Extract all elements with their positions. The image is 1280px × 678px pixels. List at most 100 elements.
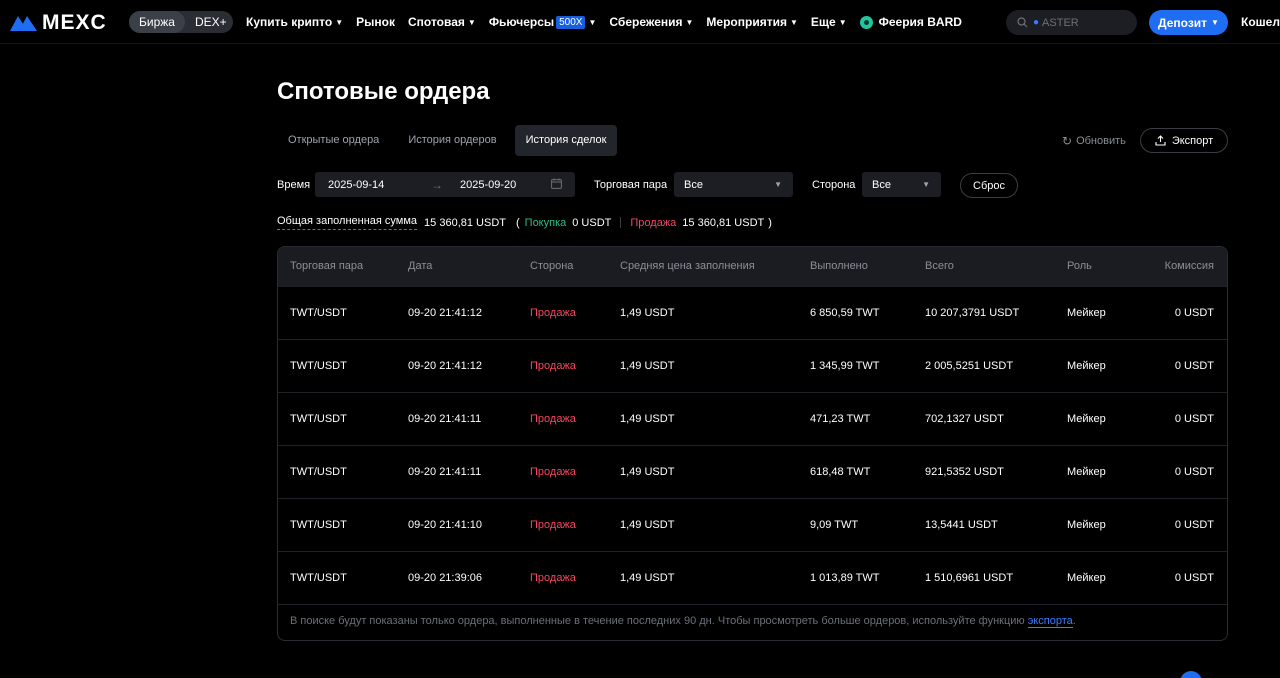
- col-fee: Комиссия: [1164, 260, 1214, 272]
- nav-buy-crypto[interactable]: Купить крипто ▼: [246, 15, 343, 29]
- pair-select-value: Все: [684, 179, 703, 191]
- cell-filled: 1 013,89 TWT: [810, 572, 880, 584]
- table-row: TWT/USDT 09-20 21:41:10 Продажа 1,49 USD…: [278, 498, 1227, 551]
- cell-filled: 618,48 TWT: [810, 466, 871, 478]
- tab-open-orders[interactable]: Открытые ордера: [277, 125, 390, 156]
- side-select[interactable]: Все ▼: [862, 172, 941, 197]
- top-header: MEXC Биржа DEX+ Купить крипто ▼ Рынок Сп…: [0, 0, 1280, 44]
- cell-total: 921,5352 USDT: [925, 466, 1004, 478]
- cell-avg-price: 1,49 USDT: [620, 519, 675, 531]
- cell-fee: 0 USDT: [1174, 466, 1214, 478]
- refresh-button[interactable]: ↻ Обновить: [1062, 134, 1126, 148]
- export-label: Экспорт: [1171, 134, 1214, 147]
- caret-down-icon: ▼: [789, 17, 798, 27]
- nav-spot-label: Спотовая: [408, 15, 465, 29]
- search-input[interactable]: ● ASTER: [1006, 10, 1137, 35]
- switch-dex[interactable]: DEX+: [185, 11, 237, 33]
- date-from[interactable]: 2025-09-14: [328, 179, 384, 191]
- cell-total: 10 207,3791 USDT: [925, 307, 1020, 319]
- nav-futures[interactable]: Фьючерсы 500X ▼: [489, 15, 597, 29]
- refresh-label: Обновить: [1076, 135, 1126, 147]
- search-icon: [1017, 17, 1028, 28]
- summary-buy-label: Покупка: [524, 216, 567, 229]
- caret-down-icon: ▼: [1211, 18, 1219, 27]
- arrow-right-icon: →: [431, 178, 443, 192]
- summary-sell-value: 15 360,81 USDT: [682, 216, 765, 229]
- col-pair: Торговая пара: [290, 260, 364, 272]
- tab-order-history[interactable]: История ордеров: [397, 125, 507, 156]
- tab-trade-history[interactable]: История сделок: [514, 125, 618, 156]
- trade-history-table: Торговая пара Дата Сторона Средняя цена …: [277, 246, 1228, 641]
- logo-text: MEXC: [42, 11, 107, 34]
- nav-futures-label: Фьючерсы: [488, 15, 555, 29]
- col-filled: Выполнено: [810, 260, 868, 272]
- table-row: TWT/USDT 09-20 21:41:11 Продажа 1,49 USD…: [278, 392, 1227, 445]
- cell-total: 13,5441 USDT: [925, 519, 998, 531]
- cell-pair: TWT/USDT: [290, 572, 347, 584]
- wallet-menu[interactable]: Кошелек: [1241, 15, 1280, 29]
- futures-leverage-badge: 500X: [556, 15, 586, 29]
- cell-filled: 9,09 TWT: [810, 519, 859, 531]
- switch-exchange[interactable]: Биржа: [129, 11, 185, 33]
- retention-note: В поиске будут показаны только ордера, в…: [290, 615, 1076, 628]
- cell-side: Продажа: [530, 307, 576, 319]
- cell-avg-price: 1,49 USDT: [620, 360, 675, 372]
- cell-fee: 0 USDT: [1174, 413, 1214, 425]
- order-tabs: Открытые ордера История ордеров История …: [277, 125, 624, 156]
- side-filter-label: Сторона: [812, 179, 856, 191]
- cell-avg-price: 1,49 USDT: [620, 466, 675, 478]
- pair-select[interactable]: Все ▼: [674, 172, 793, 197]
- logo[interactable]: MEXC: [10, 11, 107, 35]
- cell-filled: 1 345,99 TWT: [810, 360, 880, 372]
- cell-avg-price: 1,49 USDT: [620, 307, 675, 319]
- cell-role: Мейкер: [1067, 413, 1106, 425]
- nav-events[interactable]: Мероприятия ▼: [706, 15, 797, 29]
- search-placeholder: ASTER: [1042, 16, 1079, 29]
- nav-more[interactable]: Еще ▼: [811, 15, 847, 29]
- table-header: Торговая пара Дата Сторона Средняя цена …: [278, 247, 1227, 286]
- cell-side: Продажа: [530, 572, 576, 584]
- summary-divider: [620, 217, 622, 228]
- cell-fee: 0 USDT: [1174, 307, 1214, 319]
- caret-down-icon: ▼: [685, 17, 694, 27]
- caret-down-icon: ▼: [774, 180, 782, 189]
- cell-side: Продажа: [530, 519, 576, 531]
- cell-pair: TWT/USDT: [290, 360, 347, 372]
- cell-role: Мейкер: [1067, 307, 1106, 319]
- cell-fee: 0 USDT: [1174, 519, 1214, 531]
- summary-total: 15 360,81 USDT: [424, 216, 506, 229]
- refresh-icon: ↻: [1062, 134, 1073, 148]
- filled-summary: Общая заполненная сумма 15 360,81 USDT (…: [277, 215, 772, 230]
- date-to[interactable]: 2025-09-20: [460, 179, 516, 191]
- page-title: Спотовые ордера: [277, 78, 490, 105]
- col-avg-price: Средняя цена заполнения: [620, 260, 755, 272]
- cell-date: 09-20 21:41:12: [408, 360, 483, 372]
- cell-side: Продажа: [530, 413, 576, 425]
- nav-promo[interactable]: Феерия BARD: [859, 15, 962, 29]
- cell-total: 1 510,6961 USDT: [925, 572, 1014, 584]
- cell-total: 2 005,5251 USDT: [925, 360, 1014, 372]
- summary-buy-value: 0 USDT: [572, 216, 612, 229]
- nav-spot[interactable]: Спотовая ▼: [408, 15, 476, 29]
- deposit-button[interactable]: Депозит ▼: [1149, 10, 1228, 35]
- table-row: TWT/USDT 09-20 21:41:12 Продажа 1,49 USD…: [278, 339, 1227, 392]
- pagination-current-page[interactable]: [1180, 671, 1202, 678]
- nav-events-label: Мероприятия: [706, 15, 787, 29]
- note-text: В поиске будут показаны только ордера, в…: [290, 615, 1028, 627]
- cell-pair: TWT/USDT: [290, 413, 347, 425]
- mexc-logo-icon: [10, 16, 37, 31]
- cell-side: Продажа: [530, 360, 576, 372]
- summary-sell-label: Продажа: [630, 216, 677, 229]
- main-nav: Купить крипто ▼ Рынок Спотовая ▼ Фьючерс…: [246, 0, 975, 44]
- pair-filter-label: Торговая пара: [594, 179, 668, 191]
- nav-savings[interactable]: Сбережения ▼: [609, 15, 693, 29]
- nav-market[interactable]: Рынок: [356, 15, 395, 29]
- date-range-picker[interactable]: 2025-09-14 → 2025-09-20: [315, 172, 575, 197]
- reset-button[interactable]: Сброс: [960, 173, 1018, 198]
- col-date: Дата: [408, 260, 433, 272]
- upload-icon: [1155, 135, 1166, 146]
- export-button[interactable]: Экспорт: [1140, 128, 1228, 153]
- paren-open: (: [515, 216, 520, 229]
- table-row: TWT/USDT 09-20 21:39:06 Продажа 1,49 USD…: [278, 551, 1227, 604]
- export-link[interactable]: экспорта: [1027, 615, 1073, 628]
